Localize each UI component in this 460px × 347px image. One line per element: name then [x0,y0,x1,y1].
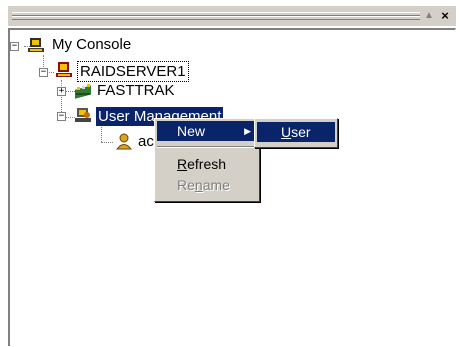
menu-item-new[interactable]: New ▶ [157,121,257,141]
menu-item-rename-accel: n [194,177,203,193]
user-icon [115,133,133,150]
tree-node-raidserver1[interactable]: RAIDSERVER1 [77,61,189,82]
submenu-new: User [254,118,338,148]
menu-item-refresh-label: efresh [187,156,227,172]
menu-item-rename-prefix: Re [177,177,195,193]
submenu-arrow-icon: ▶ [244,126,251,136]
tree-node-user-account[interactable]: ac [136,132,156,151]
menu-item-rename[interactable]: Rename [157,175,257,195]
scroll-up-icon[interactable]: ▲ [422,9,436,23]
collapse-toggle-my-console[interactable]: − [10,42,19,51]
menu-separator [157,146,257,148]
pane-titlebar: ▲ × [8,6,456,26]
menu-item-new-label: New [177,123,206,139]
console-computer-icon [28,38,44,52]
context-menu: New ▶ Refresh Rename [154,118,260,202]
tree-node-my-console[interactable]: My Console [50,35,133,54]
tree-connector [101,142,113,143]
tree-node-fasttrak[interactable]: FASTTRAK [95,81,177,100]
collapse-toggle-raidserver1[interactable]: − [39,68,48,77]
menu-item-rename-label: ame [202,177,230,193]
submenu-item-user-label: ser [291,124,311,140]
menu-item-refresh[interactable]: Refresh [157,154,257,174]
submenu-item-user[interactable]: User [257,122,335,142]
console-panel: ▲ × − My Console − RAIDSERVER1 + FASTTRA… [0,0,460,347]
titlebar-grip[interactable] [12,12,420,20]
expand-toggle-fasttrak[interactable]: + [57,87,66,96]
collapse-toggle-user-management[interactable]: − [57,112,66,121]
user-management-icon [75,108,91,122]
server-icon [56,62,72,77]
close-icon[interactable]: × [438,9,452,23]
submenu-item-user-accel: U [281,124,292,140]
fasttrak-controller-icon [75,84,91,99]
menu-item-refresh-accel: R [177,156,188,172]
tree-connector [101,124,102,142]
